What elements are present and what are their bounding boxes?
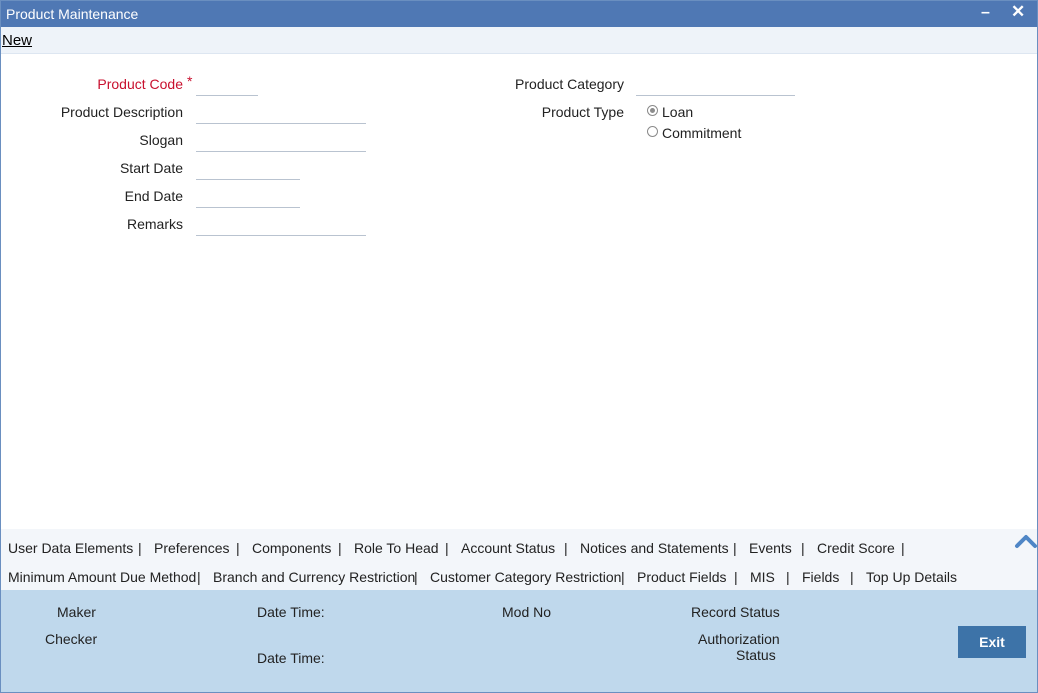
slogan-label: Slogan bbox=[139, 132, 183, 148]
tab-branch-and-currency-restriction[interactable]: Branch and Currency Restriction bbox=[213, 569, 415, 585]
product-category-input[interactable] bbox=[636, 73, 795, 96]
tab-separator: | bbox=[338, 540, 342, 556]
tab-account-status[interactable]: Account Status bbox=[461, 540, 555, 556]
loan-radio-label: Loan bbox=[662, 104, 694, 120]
tab-separator: | bbox=[733, 540, 737, 556]
maker-date-time-label: Date Time: bbox=[257, 604, 325, 620]
toolbar: New bbox=[1, 27, 1037, 54]
tab-separator: | bbox=[801, 540, 805, 556]
product-code-label-text: Product Code bbox=[97, 76, 183, 92]
required-asterisk: * bbox=[187, 73, 193, 89]
product-category-label: Product Category bbox=[515, 76, 624, 92]
authorization-label: Authorization bbox=[698, 631, 780, 647]
checker-label: Checker bbox=[45, 631, 98, 647]
tab-notices-and-statements[interactable]: Notices and Statements bbox=[580, 540, 729, 556]
tab-preferences[interactable]: Preferences bbox=[154, 540, 229, 556]
checker-date-time-label: Date Time: bbox=[257, 650, 325, 666]
record-status-label: Record Status bbox=[691, 604, 780, 620]
start-date-label: Start Date bbox=[119, 160, 183, 176]
tab-fields[interactable]: Fields bbox=[802, 569, 839, 585]
commitment-radio[interactable] bbox=[647, 126, 658, 137]
exit-button[interactable]: Exit bbox=[958, 626, 1026, 658]
chevron-up-icon[interactable] bbox=[1014, 532, 1038, 550]
tab-role-to-head[interactable]: Role To Head bbox=[354, 540, 439, 556]
commitment-radio-label: Commitment bbox=[662, 125, 742, 141]
tab-separator: | bbox=[621, 569, 625, 585]
end-date-label: End Date bbox=[124, 188, 183, 204]
end-date-input[interactable] bbox=[196, 185, 300, 208]
tab-separator: | bbox=[786, 569, 790, 585]
tab-customer-category-restriction[interactable]: Customer Category Restriction bbox=[430, 569, 621, 585]
product-code-label: Product Code bbox=[97, 76, 183, 92]
tab-user-data-elements[interactable]: User Data Elements bbox=[8, 540, 133, 556]
tab-separator: | bbox=[445, 540, 449, 556]
product-description-label: Product Description bbox=[60, 104, 183, 120]
tab-top-up-details[interactable]: Top Up Details bbox=[866, 569, 957, 585]
tab-separator: | bbox=[734, 569, 738, 585]
slogan-input[interactable] bbox=[196, 129, 366, 152]
window-title: Product Maintenance bbox=[6, 6, 139, 22]
tab-separator: | bbox=[414, 569, 418, 585]
tab-minimum-amount-due-method[interactable]: Minimum Amount Due Method bbox=[8, 569, 196, 585]
start-date-input[interactable] bbox=[196, 157, 300, 180]
tab-separator: | bbox=[236, 540, 240, 556]
remarks-label: Remarks bbox=[126, 216, 183, 232]
tab-credit-score[interactable]: Credit Score bbox=[817, 540, 895, 556]
product-description-input[interactable] bbox=[196, 101, 366, 124]
mod-no-label: Mod No bbox=[502, 604, 552, 620]
tab-separator: | bbox=[850, 569, 854, 585]
loan-radio[interactable] bbox=[647, 105, 658, 116]
tab-product-fields[interactable]: Product Fields bbox=[637, 569, 726, 585]
tab-components[interactable]: Components bbox=[252, 540, 331, 556]
product-maintenance-window: Product Maintenance – ✕ New Product Code… bbox=[0, 0, 1038, 693]
new-link[interactable]: New bbox=[2, 32, 32, 49]
remarks-input[interactable] bbox=[196, 213, 366, 236]
maker-label: Maker bbox=[57, 604, 96, 620]
product-code-input[interactable] bbox=[196, 73, 258, 96]
tab-separator: | bbox=[138, 540, 142, 556]
tab-separator: | bbox=[197, 569, 201, 585]
tab-separator: | bbox=[564, 540, 568, 556]
tab-mis[interactable]: MIS bbox=[750, 569, 775, 585]
tab-events[interactable]: Events bbox=[749, 540, 792, 556]
close-icon[interactable]: ✕ bbox=[1011, 2, 1025, 22]
authorization-status-label: Status bbox=[736, 647, 776, 663]
title-bar: Product Maintenance – ✕ bbox=[1, 1, 1037, 27]
tab-separator: | bbox=[901, 540, 905, 556]
minimize-icon[interactable]: – bbox=[981, 4, 990, 22]
product-type-label: Product Type bbox=[541, 104, 624, 120]
